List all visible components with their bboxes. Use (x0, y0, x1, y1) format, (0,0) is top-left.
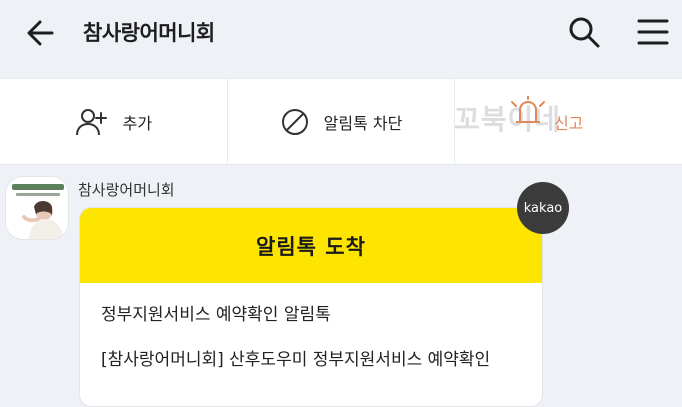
bubble-body: 정부지원서비스 예약확인 알림톡 [참사랑어머니회] 산후도우미 정부지원서비스… (80, 283, 542, 372)
add-friend-button[interactable]: 추가 (0, 79, 228, 164)
bubble-title: 알림톡 도착 (80, 208, 542, 283)
report-group: 꼬북이네 신고 (454, 95, 584, 136)
report-label: 신고 (553, 113, 584, 133)
report-button[interactable]: 꼬북이네 신고 (454, 79, 682, 164)
message-line-1: 정부지원서비스 예약확인 알림톡 (101, 305, 331, 325)
back-button[interactable] (22, 16, 60, 50)
action-bar: 추가 알림톡 차단 꼬북이네 신고 (0, 78, 682, 165)
message-bubble[interactable]: 알림톡 도착 정부지원서비스 예약확인 알림톡 [참사랑어머니회] 산후도우미 … (79, 207, 543, 407)
siren-icon (510, 95, 545, 123)
search-button[interactable] (565, 13, 603, 51)
add-person-icon (75, 108, 107, 135)
block-label: 알림톡 차단 (323, 113, 403, 133)
message-line-2: [참사랑어머니회] 산후도우미 정부지원서비스 예약확인 (101, 350, 491, 370)
hamburger-menu-icon (637, 19, 669, 45)
search-icon (569, 17, 600, 48)
profile-image (6, 177, 68, 239)
block-alimtalk-button[interactable]: 알림톡 차단 (228, 79, 456, 164)
block-icon (281, 108, 308, 135)
avatar[interactable] (5, 176, 69, 240)
sender-name: 참사랑어머니회 (78, 181, 175, 199)
arrow-left-icon (27, 20, 54, 46)
page-title: 참사랑어머니회 (83, 21, 215, 45)
top-bar: 참사랑어머니회 (0, 0, 682, 68)
add-label: 추가 (122, 113, 153, 133)
menu-button[interactable] (634, 15, 672, 49)
kakao-badge: kakao (517, 182, 569, 234)
